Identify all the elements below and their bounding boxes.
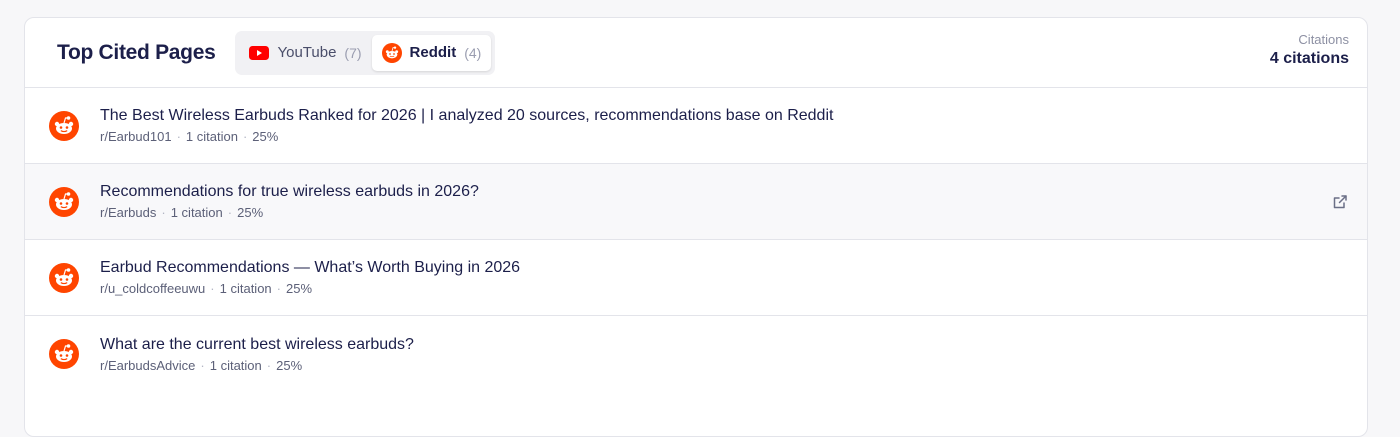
list-item-text: What are the current best wireless earbu… [100,336,414,373]
citation-share: 25% [252,129,279,144]
tab-reddit-label: Reddit [409,44,457,61]
subreddit-name: r/Earbud101 [100,129,172,144]
meta-separator: · [227,205,233,220]
youtube-icon [249,45,270,60]
reddit-icon [49,110,79,141]
list-item-meta: r/u_coldcoffeeuwu · 1 citation · 25% [100,281,520,296]
meta-separator: · [161,205,166,220]
list-item-meta: r/Earbuds · 1 citation · 25% [100,205,479,220]
meta-separator: · [200,357,205,373]
tab-youtube[interactable]: YouTube (7) [239,35,371,71]
citation-share: 25% [286,281,313,296]
citation-summary: Citations 4 citations [1270,32,1349,68]
card-title: Top Cited Pages [57,40,216,64]
tab-youtube-count: (7) [344,44,362,61]
meta-separator: · [210,281,215,296]
citation-count: 1 citation [219,281,272,296]
meta-separator: · [276,281,282,296]
meta-separator: · [242,129,248,144]
reddit-icon [381,42,402,63]
page-title-link[interactable]: What are the current best wireless earbu… [100,336,414,354]
citation-share: 25% [276,357,303,373]
top-cited-pages-card: Top Cited Pages YouTube (7) Reddit (4) C… [24,17,1368,437]
page-title-link[interactable]: Earbud Recommendations — What’s Worth Bu… [100,259,520,277]
citation-count: 1 citation [170,205,223,220]
page-title-link[interactable]: Recommendations for true wireless earbud… [100,183,479,201]
subreddit-name: r/u_coldcoffeeuwu [100,281,206,296]
meta-separator: · [266,357,272,373]
list-item[interactable]: Recommendations for true wireless earbud… [25,164,1367,240]
list-item[interactable]: What are the current best wireless earbu… [25,316,1367,392]
tab-reddit-count: (4) [464,44,482,61]
list-item[interactable]: Earbud Recommendations — What’s Worth Bu… [25,240,1367,316]
page-title-link[interactable]: The Best Wireless Earbuds Ranked for 202… [100,107,833,125]
reddit-icon [49,186,79,217]
list-item-text: The Best Wireless Earbuds Ranked for 202… [100,107,833,144]
meta-separator: · [176,129,181,144]
citation-share: 25% [237,205,264,220]
card-header: Top Cited Pages YouTube (7) Reddit (4) C… [25,18,1367,88]
citation-count: 1 citation [209,357,262,373]
citation-summary-label: Citations [1298,32,1349,47]
source-tabs: YouTube (7) Reddit (4) [235,30,496,75]
list-item-meta: r/Earbud101 · 1 citation · 25% [100,129,833,144]
reddit-icon [49,262,79,293]
cited-pages-list: The Best Wireless Earbuds Ranked for 202… [25,88,1367,392]
citation-summary-value: 4 citations [1269,50,1349,67]
reddit-icon [49,339,79,369]
citation-count: 1 citation [185,129,238,144]
tab-youtube-label: YouTube [277,44,337,61]
list-item-meta: r/EarbudsAdvice · 1 citation · 25% [100,358,414,373]
subreddit-name: r/EarbudsAdvice [100,357,196,373]
list-item-text: Earbud Recommendations — What’s Worth Bu… [100,259,520,296]
list-item[interactable]: The Best Wireless Earbuds Ranked for 202… [25,88,1367,164]
external-link-icon[interactable] [1331,193,1349,211]
subreddit-name: r/Earbuds [100,205,157,220]
tab-reddit[interactable]: Reddit (4) [371,34,492,71]
list-item-text: Recommendations for true wireless earbud… [100,183,479,220]
